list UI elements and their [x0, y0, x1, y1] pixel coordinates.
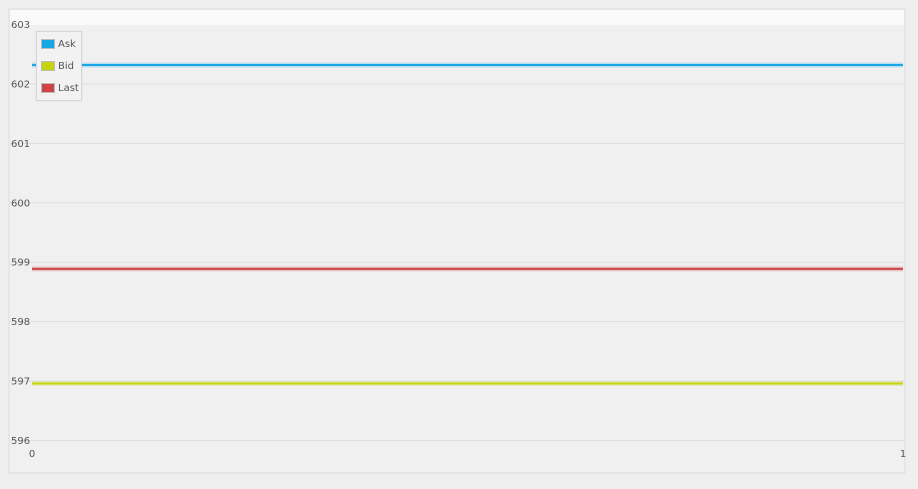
- legend-swatch-ask: [41, 39, 55, 49]
- chart: 603 602 601 600 599 598 597 596 0 1 Ask Bid Last: [0, 0, 918, 485]
- legend-label-last: Last: [58, 82, 79, 94]
- y-tick-label: 602: [11, 79, 30, 90]
- legend: Ask Bid Last: [36, 31, 82, 101]
- legend-item-last[interactable]: Last: [41, 81, 79, 95]
- y-tick-label: 599: [11, 258, 30, 269]
- y-tick-label: 597: [11, 377, 30, 388]
- y-tick-label: 596: [11, 436, 30, 447]
- plot-top-band: [10, 10, 904, 25]
- line-chart: 603 602 601 600 599 598 597 596 0 1: [8, 8, 906, 474]
- legend-swatch-last: [41, 83, 55, 93]
- legend-item-ask[interactable]: Ask: [41, 37, 76, 51]
- y-tick-label: 601: [11, 139, 30, 150]
- plot-frame: [8, 8, 906, 474]
- legend-label-ask: Ask: [58, 38, 76, 50]
- legend-swatch-bid: [41, 61, 55, 71]
- x-tick-label: 0: [29, 449, 35, 460]
- y-tick-label: 598: [11, 317, 30, 328]
- y-tick-label: 600: [11, 198, 30, 209]
- legend-label-bid: Bid: [58, 60, 74, 72]
- legend-item-bid[interactable]: Bid: [41, 59, 74, 73]
- x-tick-label: 1: [900, 449, 906, 460]
- y-tick-label: 603: [11, 20, 30, 31]
